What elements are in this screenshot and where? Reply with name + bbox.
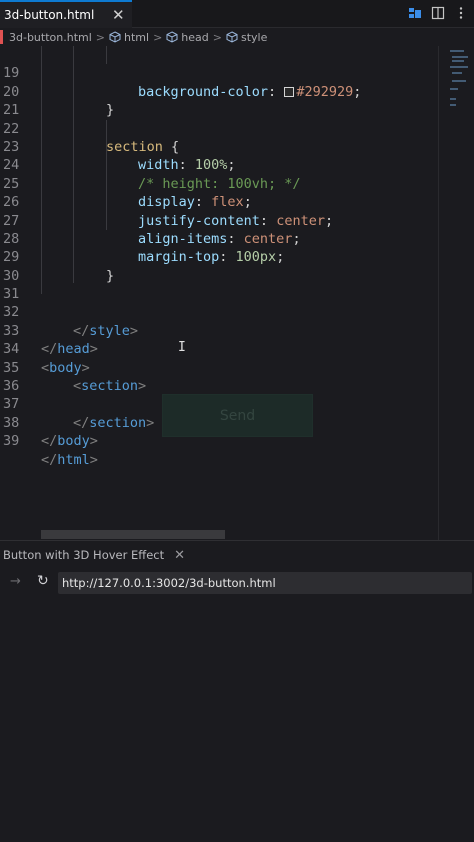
code-line: 29 } [0, 230, 440, 283]
code-line: 23 width: 100%; [3, 138, 236, 174]
code-line: 19 background-color: #292929; [3, 65, 362, 100]
explorer-icon[interactable] [408, 6, 422, 20]
code-line: 25 display: flex; [3, 175, 252, 211]
code-line: 21 [0, 83, 440, 118]
code-editor[interactable]: 19 background-color: #292929; 20 } 21 22… [0, 46, 474, 540]
breadcrumb: 3d-button.html > html > head > style [0, 28, 474, 46]
html-tag: body [57, 433, 90, 450]
preview-tab[interactable]: Button with 3D Hover Effect ✕ [0, 541, 474, 569]
code-line: 22 section { [3, 120, 180, 155]
reload-icon[interactable]: ↻ [37, 573, 49, 589]
minimap-line [452, 80, 466, 82]
line-number: 39 [3, 433, 20, 450]
code-line: 26 justify-content: center; [3, 194, 334, 229]
element-cube-icon [226, 31, 238, 43]
editor-actions [408, 6, 468, 20]
horizontal-scrollbar[interactable] [41, 530, 225, 539]
vertical-ruler [438, 46, 439, 540]
minimap-line [452, 56, 468, 58]
breadcrumb-style-label: style [240, 30, 268, 44]
element-cube-icon [166, 31, 178, 43]
html-tag: html [57, 451, 90, 468]
breadcrumb-html[interactable]: html > [109, 31, 166, 44]
breadcrumb-head-label: head [181, 30, 209, 44]
minimap-line [452, 60, 464, 62]
minimap-line [452, 72, 462, 74]
breadcrumb-file-label: 3d-button.html [9, 30, 92, 44]
chevron-right-icon: > [153, 30, 163, 44]
send-button-overlay: Send [162, 394, 313, 437]
code-line: 34 <body> [3, 341, 90, 376]
code-line: 32 </style> [3, 304, 139, 339]
forward-arrow-icon[interactable]: → [10, 574, 21, 589]
breadcrumb-head[interactable]: head > [166, 31, 226, 44]
minimap[interactable] [446, 46, 470, 126]
browser-preview-panel: Button with 3D Hover Effect ✕ → ↻ http:/… [0, 540, 474, 842]
minimap-line [450, 98, 456, 100]
split-editor-icon[interactable] [431, 6, 445, 20]
chevron-right-icon: > [212, 30, 222, 44]
text-cursor-icon: I [178, 340, 186, 355]
element-cube-icon [109, 31, 121, 43]
close-tab-icon[interactable]: ✕ [112, 6, 125, 24]
url-input[interactable]: http://127.0.0.1:3002/3d-button.html [58, 572, 472, 594]
code-line: 24 /* height: 100vh; */ [0, 138, 440, 191]
code-line: 37 </section> [3, 396, 155, 431]
chevron-right-icon: > [95, 30, 106, 44]
minimap-line [450, 66, 468, 68]
preview-nav-bar: → ↻ http://127.0.0.1:3002/3d-button.html [0, 571, 474, 597]
code-line: 36 [0, 359, 440, 394]
minimap-line [450, 104, 456, 106]
editor-tab-bar: 3d-button.html ✕ [0, 0, 474, 28]
close-preview-icon[interactable]: ✕ [174, 548, 185, 563]
code-line: 20 } [0, 64, 440, 118]
breadcrumb-file[interactable]: 3d-button.html > [9, 31, 109, 44]
preview-viewport[interactable] [0, 599, 474, 842]
file-tab-3d-button[interactable]: 3d-button.html ✕ [0, 0, 132, 28]
file-tab-label: 3d-button.html [4, 8, 95, 22]
preview-tab-title: Button with 3D Hover Effect [3, 548, 165, 562]
code-line: 33 </head> [3, 322, 98, 358]
code-line: 30 [0, 248, 440, 284]
more-icon[interactable] [454, 6, 468, 20]
code-line: 28 margin-top: 100px; [3, 230, 285, 266]
minimap-line [450, 88, 458, 90]
breadcrumb-style[interactable]: style [226, 31, 267, 44]
minimap-line [450, 50, 464, 52]
code-line: 27 align-items: center; [3, 212, 301, 247]
code-line: 35 <section> [3, 359, 147, 395]
send-button-label: Send [219, 407, 256, 424]
code-lines: 19 background-color: #292929; 20 } 21 22… [0, 46, 440, 467]
breadcrumb-html-label: html [124, 30, 150, 44]
code-line: 31 [0, 267, 440, 302]
file-type-marker [0, 30, 3, 44]
